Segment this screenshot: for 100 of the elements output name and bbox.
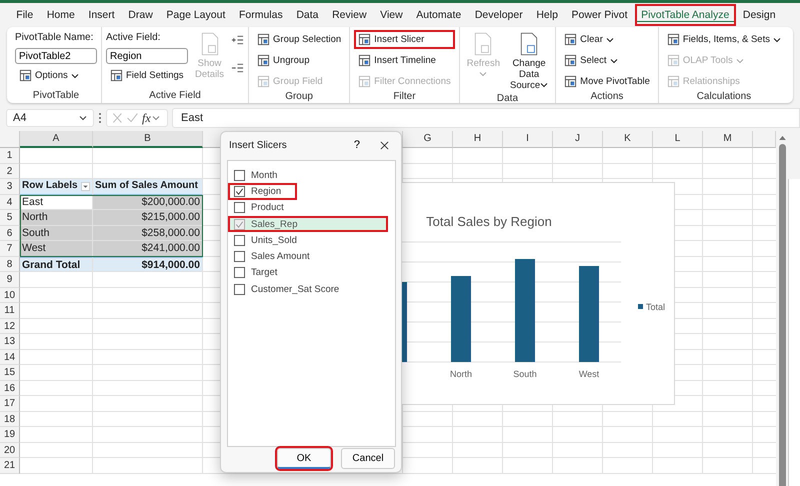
ribbon-tab[interactable]: Review	[326, 4, 373, 26]
name-box[interactable]: A4	[6, 109, 94, 127]
column-header[interactable]: I	[503, 131, 553, 148]
ribbon-tab[interactable]: Home	[40, 4, 82, 26]
more-icon[interactable]	[98, 111, 102, 125]
column-header[interactable]: M	[703, 131, 753, 148]
row-header[interactable]: 18	[0, 412, 20, 427]
field-item[interactable]: Sales Amount	[228, 248, 312, 265]
checkbox[interactable]	[234, 251, 245, 262]
ribbon-tab[interactable]: Insert	[82, 4, 121, 26]
ribbon-tab[interactable]: Design	[736, 4, 782, 26]
row-header[interactable]: 8	[0, 256, 20, 272]
ribbon-button[interactable]: Ungroup	[253, 51, 346, 70]
field-item[interactable]: Customer_Sat Score	[228, 281, 342, 298]
row-header[interactable]: 20	[0, 442, 20, 458]
dialog-title: Insert Slicers	[229, 140, 288, 150]
collapse-field-icon[interactable]	[231, 62, 244, 74]
checkbox[interactable]	[234, 202, 245, 214]
ribbon-button[interactable]: Fields, Items, & Sets	[662, 30, 785, 49]
ribbon-button[interactable]: Change Data Source	[507, 30, 552, 93]
field-item[interactable]: Month	[228, 167, 280, 184]
row-header[interactable]: 19	[0, 427, 20, 442]
expand-field-icon[interactable]	[231, 34, 244, 46]
filter-dropdown-icon[interactable]	[81, 182, 90, 191]
row-header[interactable]: 14	[0, 350, 20, 365]
column-header[interactable]: H	[453, 131, 503, 148]
table-icon	[564, 75, 578, 88]
row-header[interactable]: 11	[0, 303, 20, 318]
row-header[interactable]: 4	[0, 194, 20, 210]
row-header[interactable]: 17	[0, 396, 20, 412]
insert-function-button[interactable]: fx	[142, 110, 151, 126]
close-icon[interactable]	[380, 140, 389, 150]
row-header[interactable]: 5	[0, 210, 20, 226]
checkbox[interactable]	[234, 170, 245, 181]
row-header[interactable]: 6	[0, 226, 20, 241]
ribbon-button[interactable]: Insert Slicer	[354, 30, 455, 49]
ribbon-button[interactable]: Clear	[560, 30, 654, 49]
formula-field[interactable]: East	[172, 108, 800, 128]
field-item[interactable]: Target	[228, 264, 280, 282]
dialog-button[interactable]: OK	[277, 448, 331, 469]
text-field[interactable]: PivotTable2	[15, 48, 97, 64]
ribbon-button[interactable]: Select	[560, 51, 654, 70]
table-icon	[358, 75, 372, 88]
document-icon	[519, 32, 540, 56]
ribbon-tab[interactable]: PivotTable Analyze	[634, 4, 736, 26]
field-item[interactable]: Product	[228, 200, 286, 216]
ribbon-tab[interactable]: Developer	[468, 4, 530, 26]
ribbon-button[interactable]: Options	[15, 66, 97, 85]
row-header[interactable]: 10	[0, 288, 20, 303]
text-field[interactable]: Region	[106, 48, 188, 64]
row-header[interactable]: 3	[0, 179, 20, 194]
table-cell: Sum of Sales Amount	[93, 179, 203, 194]
ribbon-button[interactable]: Field Settings	[106, 66, 188, 85]
column-header[interactable]: A	[20, 131, 93, 148]
ribbon-button[interactable]: Move PivotTable	[560, 72, 654, 91]
document-icon	[200, 32, 220, 56]
ribbon-tab[interactable]: Data	[290, 4, 325, 26]
ribbon-tab[interactable]: Help	[530, 4, 564, 26]
row-header[interactable]: 1	[0, 148, 20, 164]
row-header[interactable]: 7	[0, 241, 20, 256]
table-icon	[666, 54, 680, 67]
row-header[interactable]: 15	[0, 365, 20, 380]
ribbon-tab[interactable]: Formulas	[232, 4, 290, 26]
dialog-button[interactable]: Cancel	[341, 448, 395, 469]
ribbon-tab[interactable]: File	[10, 4, 40, 26]
ribbon-button[interactable]: Insert Timeline	[354, 51, 455, 70]
column-header[interactable]: L	[653, 131, 703, 148]
column-header[interactable]: G	[403, 131, 453, 148]
row-header[interactable]: 21	[0, 458, 20, 474]
row-header[interactable]: 9	[0, 272, 20, 288]
table-icon	[257, 54, 270, 67]
help-button[interactable]: ?	[354, 139, 376, 151]
table-cell: $215,000.00	[93, 210, 203, 226]
ribbon-tab[interactable]: Draw	[122, 4, 160, 26]
caret-icon	[479, 70, 488, 78]
row-header[interactable]: 16	[0, 380, 20, 396]
checkbox[interactable]	[234, 284, 245, 295]
column-header[interactable]: B	[93, 131, 203, 148]
row-header[interactable]: 13	[0, 334, 20, 350]
column-header[interactable]: K	[603, 131, 653, 148]
scroll-thumb[interactable]	[778, 144, 786, 486]
checkbox[interactable]	[234, 267, 245, 278]
axis-label: North	[450, 369, 472, 379]
field-item[interactable]: Units_Sold	[228, 232, 299, 248]
scroll-up-icon[interactable]	[778, 135, 786, 140]
ribbon-tab[interactable]: Automate	[410, 4, 468, 26]
ribbon-tab[interactable]: Power Pivot	[565, 4, 634, 26]
column-header[interactable]: J	[553, 131, 603, 148]
ribbon-tab[interactable]: Page Layout	[160, 4, 232, 26]
ribbon-button[interactable]: Group Selection	[253, 30, 346, 49]
legend-label: Total	[646, 302, 666, 312]
field-item[interactable]: Region	[228, 183, 298, 200]
checkbox[interactable]	[234, 186, 245, 197]
checkbox[interactable]	[234, 234, 245, 246]
row-header[interactable]: 12	[0, 318, 20, 334]
table-cell: $914,000.00	[93, 256, 203, 272]
group-label: Active Field	[148, 90, 202, 101]
row-header[interactable]: 2	[0, 164, 20, 179]
axis-label: South	[513, 369, 537, 379]
ribbon-tab[interactable]: View	[374, 4, 409, 26]
